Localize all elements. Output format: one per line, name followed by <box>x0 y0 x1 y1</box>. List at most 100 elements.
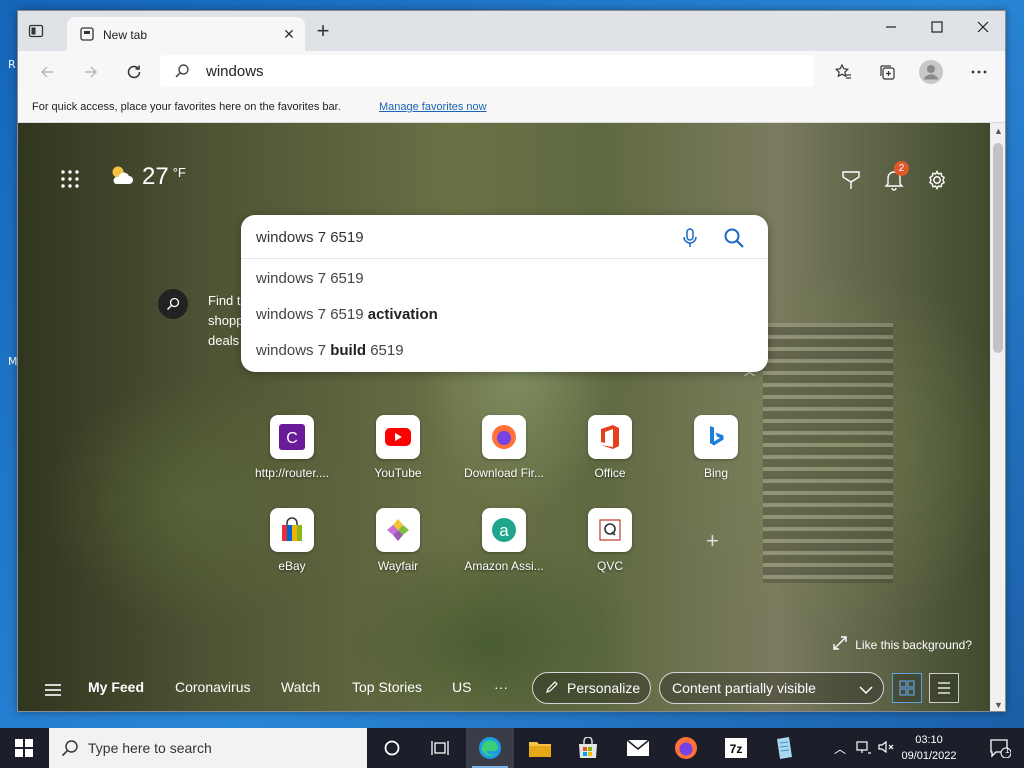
tab-us[interactable]: US <box>452 679 471 695</box>
windows-start-icon[interactable] <box>0 728 48 768</box>
grid-view-icon[interactable] <box>892 673 922 703</box>
address-bar[interactable]: windows <box>160 55 814 87</box>
app-launcher-icon[interactable] <box>60 169 80 194</box>
quick-link-tile[interactable]: C http://router.... <box>246 415 338 480</box>
quick-link-tile[interactable]: Download Fir... <box>458 415 550 480</box>
file-explorer-icon[interactable] <box>516 728 564 768</box>
7zip-icon[interactable]: 7z <box>712 728 760 768</box>
forward-arrow-icon[interactable] <box>78 59 104 85</box>
wayfair-icon <box>376 508 420 552</box>
scroll-down-icon[interactable]: ▼ <box>994 700 1003 710</box>
background-prompt-text: Like this background? <box>855 637 972 652</box>
microsoft-store-icon[interactable] <box>564 728 612 768</box>
quick-link-tile[interactable]: a Amazon Assi... <box>458 508 550 573</box>
maximize-icon[interactable] <box>914 11 960 43</box>
svg-text:7z: 7z <box>730 742 743 756</box>
qvc-icon <box>588 508 632 552</box>
favorites-bar-message: For quick access, place your favorites h… <box>32 101 341 113</box>
partly-cloudy-icon <box>108 164 134 191</box>
weather-widget[interactable]: 27 °F <box>108 163 186 191</box>
notepad-icon[interactable] <box>760 728 808 768</box>
quick-link-tile[interactable]: Wayfair <box>352 508 444 573</box>
minimize-icon[interactable] <box>868 11 914 43</box>
clock-date: 09/01/2022 <box>901 750 957 762</box>
quick-link-tile[interactable]: Office <box>564 415 656 480</box>
quick-link-tile[interactable]: Bing <box>670 415 762 480</box>
tab-title: New tab <box>103 28 148 42</box>
youtube-icon <box>376 415 420 459</box>
manage-favorites-link[interactable]: Manage favorites now <box>379 101 487 113</box>
edge-taskbar-icon[interactable] <box>466 728 514 768</box>
cortana-icon[interactable] <box>368 728 416 768</box>
personalize-label: Personalize <box>567 680 641 696</box>
search-suggestion[interactable]: windows 7 6519 activation <box>256 306 438 323</box>
more-options-icon[interactable] <box>966 59 992 85</box>
like-background-button[interactable]: Like this background? <box>833 636 972 653</box>
firefox-taskbar-icon[interactable] <box>662 728 710 768</box>
quick-link-tile[interactable]: QVC <box>564 508 656 573</box>
tab-coronavirus[interactable]: Coronavirus <box>175 679 250 695</box>
mail-icon[interactable] <box>614 728 662 768</box>
microphone-icon[interactable] <box>681 227 699 254</box>
personalize-button[interactable]: Personalize <box>532 672 651 704</box>
quick-link-tile[interactable]: eBay <box>246 508 338 573</box>
tab-new-tab[interactable]: New tab ✕ <box>67 17 305 51</box>
quick-link-label: Amazon Assi... <box>464 559 544 573</box>
svg-text:a: a <box>499 521 509 540</box>
feed-bar: My Feed Coronavirus Watch Top Stories US… <box>18 669 990 711</box>
settings-gear-icon[interactable] <box>924 167 950 193</box>
search-submit-icon[interactable] <box>723 227 745 254</box>
scrollbar-thumb[interactable] <box>993 143 1003 353</box>
taskbar-search-box[interactable]: Type here to search <box>49 728 367 768</box>
add-site-plus-icon[interactable]: + <box>706 528 719 554</box>
search-input[interactable]: windows 7 6519 <box>256 229 364 246</box>
profile-avatar-icon[interactable] <box>918 59 944 85</box>
svg-text:C: C <box>286 430 298 447</box>
taskbar-clock[interactable]: 03:10 09/01/2022 <box>894 732 964 764</box>
list-view-icon[interactable] <box>929 673 959 703</box>
more-tabs-icon[interactable]: ··· <box>494 679 508 695</box>
quick-link-tile[interactable]: YouTube <box>352 415 444 480</box>
tab-bar: New tab ✕ + <box>18 11 1005 51</box>
tab-top-stories[interactable]: Top Stories <box>352 679 422 695</box>
desktop-icon-fragment: R <box>8 58 16 71</box>
background-stairs <box>763 323 893 583</box>
close-window-icon[interactable] <box>960 11 1005 43</box>
taskbar-search-placeholder: Type here to search <box>88 740 212 756</box>
search-icon[interactable] <box>158 289 188 319</box>
tab-my-feed[interactable]: My Feed <box>88 679 144 695</box>
content-visibility-label: Content partially visible <box>672 680 816 696</box>
volume-muted-icon[interactable] <box>878 740 894 757</box>
expand-arrows-icon <box>833 636 847 653</box>
task-view-icon[interactable] <box>416 728 464 768</box>
search-icon <box>174 63 190 84</box>
quick-link-label: Bing <box>703 466 729 480</box>
action-center-icon[interactable]: 1 <box>976 728 1024 768</box>
back-arrow-icon[interactable] <box>34 59 60 85</box>
content-visibility-dropdown[interactable]: Content partially visible <box>659 672 884 704</box>
notification-badge: 2 <box>894 161 909 176</box>
notifications-bell-icon[interactable]: 2 <box>881 161 909 193</box>
vertical-scrollbar[interactable]: ▲ ▼ <box>990 123 1005 711</box>
favorites-bar: For quick access, place your favorites h… <box>18 91 1005 123</box>
clock-time: 03:10 <box>915 734 943 746</box>
scroll-up-icon[interactable]: ▲ <box>994 126 1003 136</box>
office-icon <box>588 415 632 459</box>
rewards-icon[interactable] <box>838 167 864 193</box>
collections-icon[interactable] <box>874 59 900 85</box>
close-tab-icon[interactable]: ✕ <box>281 26 297 42</box>
tab-watch[interactable]: Watch <box>281 679 320 695</box>
refresh-icon[interactable] <box>121 59 147 85</box>
new-tab-plus-icon[interactable]: + <box>314 20 332 42</box>
edge-browser-window: New tab ✕ + windows For quick access, pl… <box>17 10 1006 712</box>
hamburger-menu-icon[interactable] <box>44 683 62 702</box>
new-tab-page-icon <box>79 26 95 47</box>
show-hidden-icons-icon[interactable]: ︿ <box>834 740 846 757</box>
web-search-box[interactable]: windows 7 6519 windows 7 6519 windows 7 … <box>241 215 768 372</box>
network-icon[interactable] <box>856 740 872 757</box>
tab-actions-icon[interactable] <box>28 23 56 51</box>
search-suggestion[interactable]: windows 7 build 6519 <box>256 342 404 359</box>
favorites-icon[interactable] <box>830 59 856 85</box>
search-suggestion[interactable]: windows 7 6519 <box>256 270 364 287</box>
search-icon <box>61 739 79 762</box>
